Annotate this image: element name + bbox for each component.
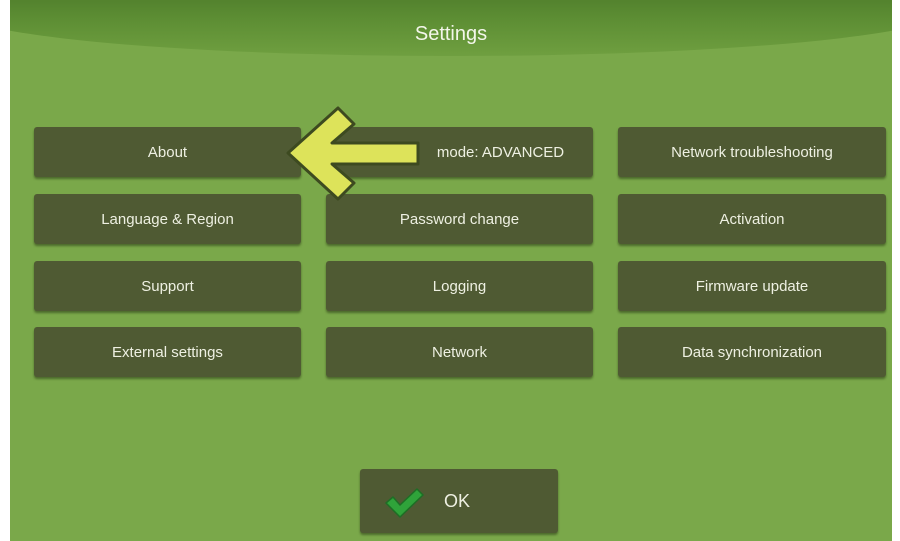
network-button[interactable]: Network bbox=[326, 327, 593, 377]
network-troubleshooting-button[interactable]: Network troubleshooting bbox=[618, 127, 886, 177]
data-synchronization-button[interactable]: Data synchronization bbox=[618, 327, 886, 377]
activation-button[interactable]: Activation bbox=[618, 194, 886, 244]
ok-button[interactable]: OK bbox=[360, 469, 558, 533]
external-settings-button[interactable]: External settings bbox=[34, 327, 301, 377]
about-button[interactable]: About bbox=[34, 127, 301, 177]
support-button[interactable]: Support bbox=[34, 261, 301, 311]
page-title: Settings bbox=[414, 23, 488, 45]
arrow-left-icon bbox=[286, 106, 420, 201]
logging-button[interactable]: Logging bbox=[326, 261, 593, 311]
ok-label: OK bbox=[444, 491, 471, 511]
language-region-button[interactable]: Language & Region bbox=[34, 194, 301, 244]
firmware-update-button[interactable]: Firmware update bbox=[618, 261, 886, 311]
settings-screen: Settings About mode: ADVANCED Network tr… bbox=[10, 0, 892, 541]
checkmark-icon bbox=[385, 488, 424, 518]
